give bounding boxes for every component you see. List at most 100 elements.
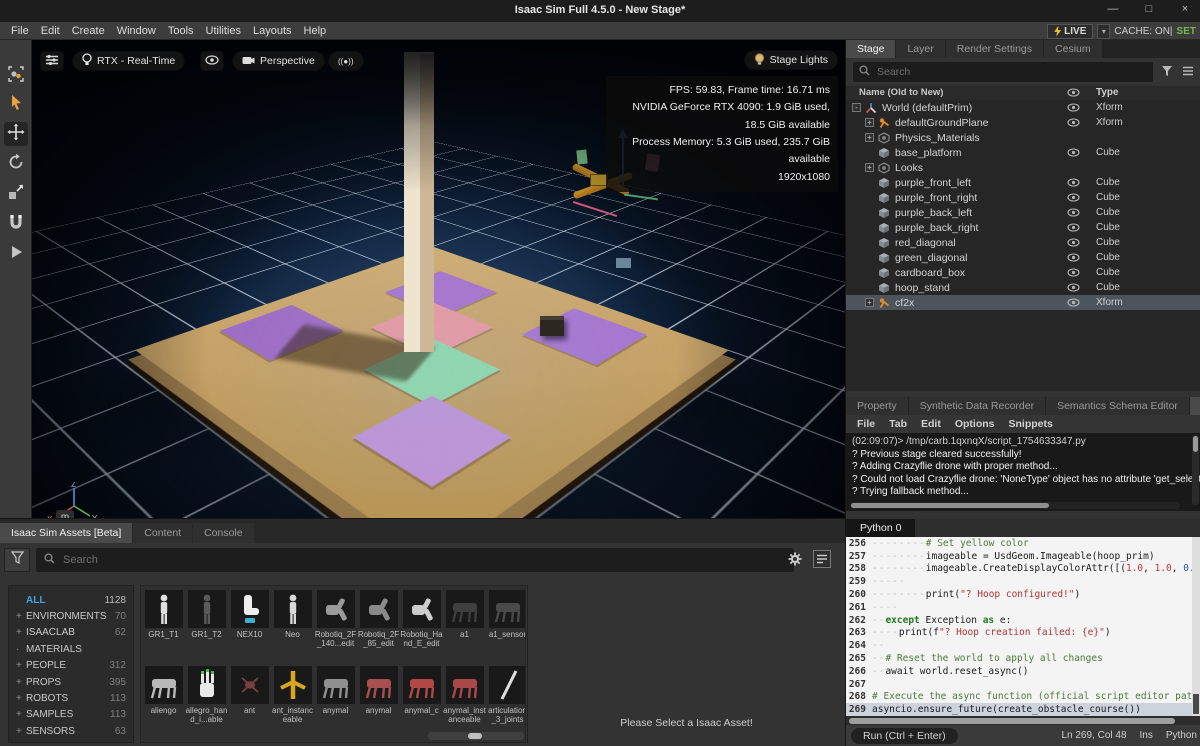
code-line[interactable]: 266--await world.reset_async() bbox=[846, 665, 1200, 678]
asset-gr1-t1[interactable]: GR1_T1 bbox=[142, 590, 185, 639]
stage-lights-button[interactable]: Stage Lights bbox=[744, 50, 838, 70]
stage-row-purple-back-right[interactable]: purple_back_rightCube bbox=[846, 220, 1200, 235]
stage-row-green-diagonal[interactable]: green_diagonalCube bbox=[846, 250, 1200, 265]
code-line[interactable]: 267 bbox=[846, 678, 1200, 691]
code-editor[interactable]: 256--------# Set yellow color257--------… bbox=[846, 537, 1200, 716]
visibility-eye-icon[interactable] bbox=[1067, 238, 1080, 250]
asset-a1-sensor[interactable]: a1_sensor bbox=[486, 590, 526, 639]
category-all[interactable]: ALL1128 bbox=[9, 592, 133, 608]
visibility-eye-icon[interactable] bbox=[1067, 223, 1080, 235]
expand-icon[interactable]: + bbox=[865, 118, 874, 127]
code-hscrollbar[interactable] bbox=[846, 716, 1200, 725]
view-options-icon[interactable] bbox=[813, 550, 831, 568]
tab-semantics-schema-editor[interactable]: Semantics Schema Editor bbox=[1046, 397, 1189, 415]
gear-icon[interactable] bbox=[787, 551, 803, 572]
category-sensors[interactable]: +SENSORS63 bbox=[9, 723, 133, 739]
visibility-eye-icon[interactable] bbox=[1067, 283, 1080, 295]
console-vscrollbar[interactable] bbox=[1192, 435, 1199, 505]
code-line[interactable]: 263----print(f"? Hoop creation failed: {… bbox=[846, 627, 1200, 640]
asset-allegro-hand-i-able[interactable]: allegro_hand_i...able bbox=[185, 666, 228, 724]
asset-anymal-c[interactable]: anymal_c bbox=[400, 666, 443, 715]
code-line[interactable]: 265--# Reset the world to apply all chan… bbox=[846, 652, 1200, 665]
console-hscrollbar[interactable] bbox=[850, 502, 1180, 509]
assets-filter-button[interactable] bbox=[4, 548, 30, 572]
minimize-button[interactable]: — bbox=[1106, 3, 1120, 15]
stage-row-purple-front-left[interactable]: purple_front_leftCube bbox=[846, 175, 1200, 190]
category-samples[interactable]: +SAMPLES113 bbox=[9, 707, 133, 723]
asset-ant[interactable]: ant bbox=[228, 666, 271, 715]
stage-row-world-defaultprim[interactable]: -World (defaultPrim)Xform bbox=[846, 100, 1200, 115]
asset-anymal[interactable]: anymal bbox=[357, 666, 400, 715]
asset-robotiq-2f-85-edit[interactable]: Robotiq_2F_85_edit bbox=[357, 590, 400, 648]
category-robots[interactable]: +ROBOTS113 bbox=[9, 690, 133, 706]
scale-tool-button[interactable] bbox=[4, 182, 28, 206]
code-line[interactable]: 262--except Exception as e: bbox=[846, 614, 1200, 627]
visibility-button[interactable] bbox=[200, 51, 224, 71]
menu-help[interactable]: Help bbox=[299, 24, 332, 38]
editor-menu-options[interactable]: Options bbox=[950, 418, 1000, 430]
type-column-header[interactable]: Type bbox=[1096, 87, 1119, 98]
asset-grid-hscrollbar[interactable] bbox=[428, 732, 524, 740]
asset-robotiq-hand-e-edit[interactable]: Robotiq_Hand_E_edit bbox=[400, 590, 443, 648]
editor-menu-edit[interactable]: Edit bbox=[916, 418, 946, 430]
script-console[interactable]: (02:09:07)> /tmp/carb.1qxnqX/script_1754… bbox=[846, 433, 1200, 511]
expand-icon[interactable]: + bbox=[865, 163, 874, 172]
visibility-eye-icon[interactable] bbox=[1067, 208, 1080, 220]
menu-utilities[interactable]: Utilities bbox=[201, 24, 246, 38]
select-tool-button[interactable] bbox=[4, 92, 28, 116]
run-button[interactable]: Run (Ctrl + Enter) bbox=[851, 728, 958, 744]
collapse-icon[interactable]: - bbox=[852, 103, 861, 112]
visibility-eye-icon[interactable] bbox=[1067, 298, 1080, 310]
code-line[interactable]: 259----- bbox=[846, 575, 1200, 588]
visibility-eye-icon[interactable] bbox=[1067, 103, 1080, 115]
asset-anymal[interactable]: anymal bbox=[314, 666, 357, 715]
asset-nex10[interactable]: NEX10 bbox=[228, 590, 271, 639]
code-line[interactable]: 256--------# Set yellow color bbox=[846, 537, 1200, 550]
set-button[interactable]: SET bbox=[1177, 26, 1198, 37]
live-button[interactable]: LIVE bbox=[1047, 24, 1093, 39]
tab-content[interactable]: Content bbox=[133, 523, 192, 543]
code-vscrollbar[interactable] bbox=[1192, 537, 1200, 716]
tab-cesium[interactable]: Cesium bbox=[1044, 40, 1102, 58]
move-tool-button[interactable] bbox=[4, 122, 28, 146]
asset-neo[interactable]: Neo bbox=[271, 590, 314, 639]
audio-button[interactable]: ((●)) bbox=[328, 51, 364, 71]
stage-row-purple-back-left[interactable]: purple_back_leftCube bbox=[846, 205, 1200, 220]
category-environments[interactable]: +ENVIRONMENTS70 bbox=[9, 608, 133, 624]
menu-tools[interactable]: Tools bbox=[163, 24, 199, 38]
assets-search-input[interactable] bbox=[61, 553, 786, 567]
tab-property[interactable]: Property bbox=[846, 397, 908, 415]
code-line[interactable]: 261---- bbox=[846, 601, 1200, 614]
editor-menu-tab[interactable]: Tab bbox=[884, 418, 912, 430]
expand-icon[interactable]: + bbox=[865, 133, 874, 142]
category-isaaclab[interactable]: +ISAACLAB62 bbox=[9, 625, 133, 641]
stage-row-looks[interactable]: +Looks bbox=[846, 160, 1200, 175]
editor-menu-snippets[interactable]: Snippets bbox=[1004, 418, 1058, 430]
stage-row-purple-front-right[interactable]: purple_front_rightCube bbox=[846, 190, 1200, 205]
menu-edit[interactable]: Edit bbox=[36, 24, 65, 38]
visibility-eye-icon[interactable] bbox=[1067, 253, 1080, 265]
asset-gr1-t2[interactable]: GR1_T2 bbox=[185, 590, 228, 639]
selection-mode-button[interactable] bbox=[4, 64, 28, 88]
visibility-eye-icon[interactable] bbox=[1067, 148, 1080, 160]
renderer-selector[interactable]: RTX - Real-Time bbox=[72, 51, 185, 71]
category-props[interactable]: +PROPS395 bbox=[9, 674, 133, 690]
name-column-header[interactable]: Name (Old to New) bbox=[859, 87, 943, 98]
stage-row-defaultgroundplane[interactable]: +defaultGroundPlaneXform bbox=[846, 115, 1200, 130]
options-menu-icon[interactable] bbox=[1182, 64, 1194, 82]
tab-synthetic-data-recorder[interactable]: Synthetic Data Recorder bbox=[909, 397, 1045, 415]
asset-articulation-3-joints[interactable]: articulation_3_joints bbox=[486, 666, 526, 724]
stage-row-physics-materials[interactable]: +Physics_Materials bbox=[846, 130, 1200, 145]
play-button[interactable] bbox=[4, 242, 28, 266]
code-line[interactable]: 260--------print("? Hoop configured!") bbox=[846, 588, 1200, 601]
stage-search[interactable] bbox=[853, 62, 1153, 82]
code-line[interactable]: 268# Execute the async function (officia… bbox=[846, 691, 1200, 704]
editor-menu-file[interactable]: File bbox=[852, 418, 880, 430]
code-line[interactable]: 264-- bbox=[846, 639, 1200, 652]
tab-isaac-sim-assets-beta[interactable]: Isaac Sim Assets [Beta] bbox=[0, 523, 132, 543]
stage-search-input[interactable] bbox=[875, 65, 1147, 79]
asset-ant-instanceable[interactable]: ant_instanceable bbox=[271, 666, 314, 724]
tab-console[interactable]: Console bbox=[193, 523, 254, 543]
filter-icon[interactable] bbox=[1161, 64, 1173, 82]
code-line[interactable]: 257--------imageable = UsdGeom.Imageable… bbox=[846, 550, 1200, 563]
